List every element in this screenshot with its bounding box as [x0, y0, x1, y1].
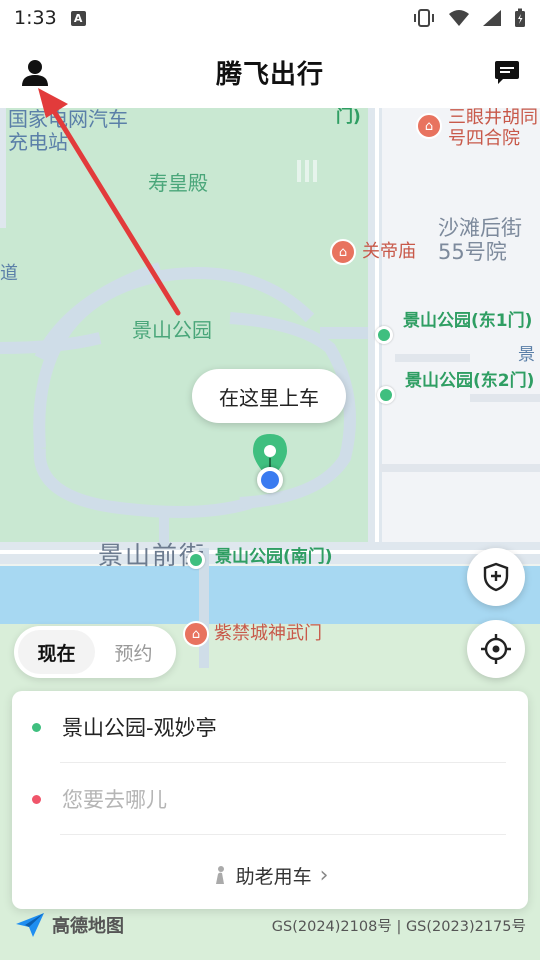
- chevron-right-icon: ›: [319, 862, 329, 888]
- station-marker[interactable]: [187, 551, 205, 569]
- map-label-south-gate: 景山公园(南门): [215, 547, 333, 567]
- wifi-icon: [449, 10, 469, 26]
- user-icon: [22, 60, 48, 86]
- pickup-bubble[interactable]: 在这里上车: [192, 369, 346, 423]
- status-bar: 1:33 A: [0, 0, 540, 36]
- map-license: GS(2024)2108号 | GS(2023)2175号: [271, 918, 526, 935]
- divider: [60, 834, 506, 835]
- status-time: 1:33: [14, 7, 57, 29]
- safety-button[interactable]: [467, 548, 525, 606]
- tab-reserve[interactable]: 预约: [95, 630, 172, 674]
- elder-service-button[interactable]: 助老用车 ›: [12, 853, 528, 897]
- route-card: 景山公园-观妙亭 您要去哪儿 助老用车 ›: [12, 691, 528, 909]
- locate-button[interactable]: [467, 620, 525, 678]
- map-label-shenwu-gate: 紫禁城神武门: [214, 623, 322, 644]
- battery-icon: [515, 8, 525, 27]
- map-label-sanyanjing: 三眼井胡同号四合院: [448, 108, 538, 149]
- temple-icon: ⌂: [183, 621, 209, 647]
- shield-icon: [483, 562, 509, 592]
- origin-dot: [32, 722, 41, 732]
- map-label-east2-gate: 景山公园(东2门): [405, 371, 535, 391]
- map-label-charging-station: 国家电网汽车充电站: [8, 108, 128, 154]
- app-header: 腾飞出行: [0, 36, 540, 108]
- temple-icon: ⌂: [416, 113, 442, 139]
- amap-logo: 高德地图: [14, 912, 124, 938]
- temple-icon: ⌂: [330, 239, 356, 265]
- origin-text: 景山公园-观妙亭: [62, 716, 217, 740]
- current-location-dot: [257, 467, 283, 493]
- elder-service-label: 助老用车: [235, 865, 312, 888]
- map-brand: 高德地图: [52, 916, 124, 937]
- ride-mode-toggle: 现在 预约: [14, 626, 176, 678]
- station-marker[interactable]: [377, 386, 395, 404]
- message-button[interactable]: [492, 57, 522, 87]
- destination-field[interactable]: 您要去哪儿: [12, 763, 528, 835]
- station-marker[interactable]: [375, 326, 393, 344]
- origin-field[interactable]: 景山公园-观妙亭: [12, 691, 528, 763]
- amap-logo-icon: [16, 913, 44, 937]
- map-label-east1-gate: 景山公园(东1门): [403, 311, 533, 331]
- destination-placeholder: 您要去哪儿: [62, 788, 167, 812]
- profile-button[interactable]: [18, 56, 52, 90]
- message-icon: [495, 61, 519, 84]
- map-label-jingshan-park: 景山公园: [132, 318, 212, 342]
- destination-dot: [32, 794, 41, 804]
- elder-icon: [215, 866, 224, 884]
- notification-icon: A: [70, 10, 86, 26]
- map-label-guandi-temple: 关帝庙: [362, 241, 416, 262]
- map-label-shouhuang-hall: 寿皇殿: [148, 171, 208, 195]
- map-label-left-fragment: 道: [0, 263, 18, 284]
- vibrate-icon: [414, 9, 434, 27]
- map-footer: 高德地图 GS(2024)2108号 | GS(2023)2175号: [0, 908, 540, 942]
- signal-icon: [483, 10, 501, 26]
- map-label-top-gate: 门): [336, 108, 361, 127]
- map-label-shatan: 沙滩后街55号院: [438, 216, 522, 265]
- page-title: 腾飞出行: [215, 59, 324, 90]
- map-label-right-fragment: 景: [518, 345, 535, 365]
- tab-now[interactable]: 现在: [18, 630, 95, 674]
- crosshair-icon: [481, 634, 511, 664]
